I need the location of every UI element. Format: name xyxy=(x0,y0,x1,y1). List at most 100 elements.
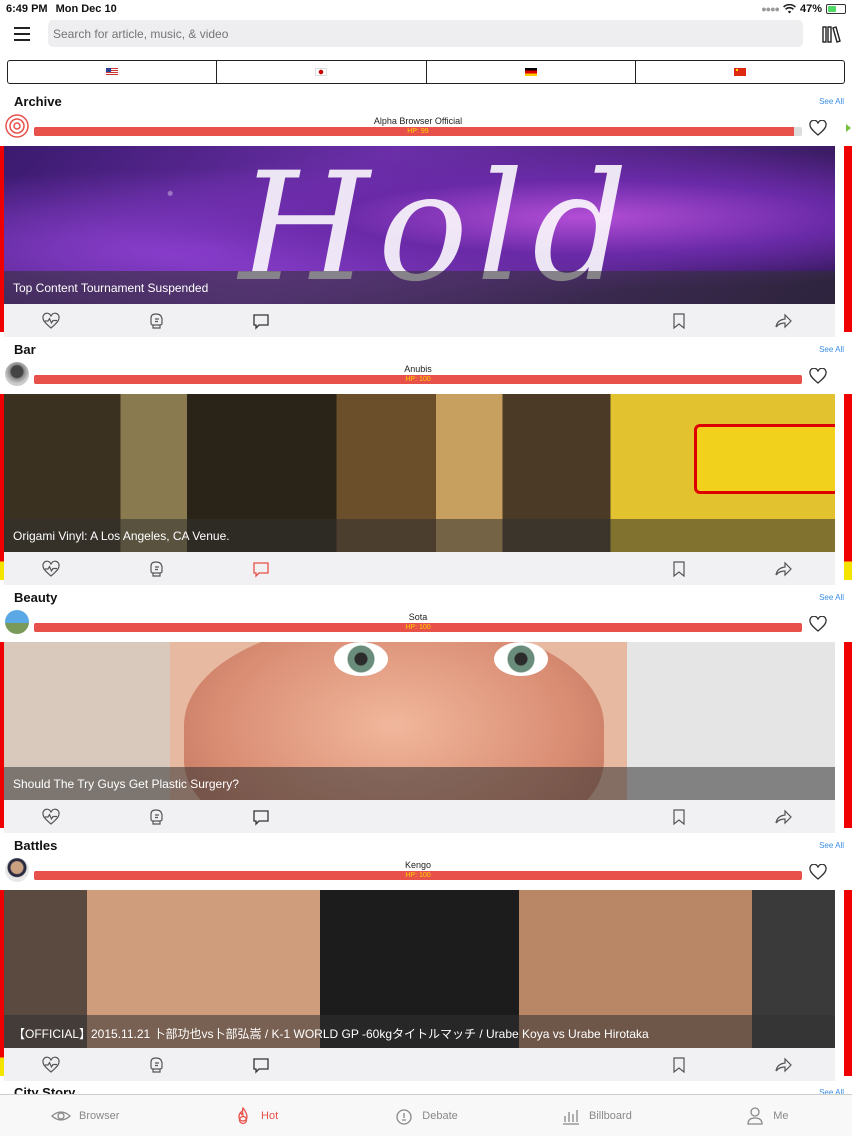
top-nav xyxy=(0,20,852,48)
share-icon[interactable] xyxy=(774,1056,792,1074)
status-indicators: ●●●● 47% xyxy=(761,3,846,15)
comment-icon[interactable] xyxy=(252,560,270,578)
section-title: Beauty xyxy=(14,590,58,605)
tab-label: Me xyxy=(773,1109,789,1122)
card-image[interactable]: 【OFFICIAL】2015.11.21 卜部功也vs卜部弘嵩 / K-1 WO… xyxy=(4,890,835,1048)
eye-graphic xyxy=(334,642,388,676)
author-name: Anubis xyxy=(404,364,432,374)
venue-sign-graphic xyxy=(694,424,835,494)
next-card-peek-icon xyxy=(846,124,851,132)
tab-browser[interactable]: Browser xyxy=(0,1095,170,1136)
status-time: 6:49 PM xyxy=(6,3,48,15)
status-date: Mon Dec 10 xyxy=(55,3,117,15)
bookmark-icon[interactable] xyxy=(670,808,688,826)
hamburger-menu-icon[interactable] xyxy=(14,27,30,41)
bookmark-icon[interactable] xyxy=(670,312,688,330)
card-image[interactable]: Origami Vinyl: A Los Angeles, CA Venue. xyxy=(4,394,835,552)
hp-label: HP: 100 xyxy=(405,872,431,879)
avatar[interactable] xyxy=(5,114,29,138)
action-row xyxy=(4,552,835,585)
eye-graphic xyxy=(494,642,548,676)
see-all-link[interactable]: See All xyxy=(819,593,844,602)
heartbeat-icon[interactable] xyxy=(42,1056,60,1074)
tab-region-china[interactable] xyxy=(636,61,844,83)
tab-region-germany[interactable] xyxy=(427,61,636,83)
section-bar: Bar See All Anubis HP: 100 Origami Vinyl… xyxy=(0,342,852,590)
status-bar: 6:49 PM Mon Dec 10 ●●●● 47% xyxy=(0,0,852,18)
comment-icon[interactable] xyxy=(252,1056,270,1074)
tab-label: Browser xyxy=(79,1109,120,1122)
see-all-link[interactable]: See All xyxy=(819,841,844,850)
see-all-link[interactable]: See All xyxy=(819,345,844,354)
card-edge-right xyxy=(844,890,852,1076)
bookmark-icon[interactable] xyxy=(670,1056,688,1074)
bar-chart-icon xyxy=(563,1109,580,1125)
share-icon[interactable] xyxy=(774,808,792,826)
tab-debate[interactable]: Debate xyxy=(341,1095,511,1136)
action-row xyxy=(4,800,835,833)
tab-region-japan[interactable] xyxy=(217,61,427,83)
section-battles: Battles See All Kengo HP: 100 【OFFICIAL】… xyxy=(0,838,852,1086)
signal-icon: ●●●● xyxy=(761,4,780,14)
alpha-logo-icon xyxy=(5,114,29,138)
china-flag-icon xyxy=(733,68,746,76)
boxing-glove-icon[interactable] xyxy=(147,808,165,826)
eye-icon xyxy=(51,1110,72,1121)
comment-icon[interactable] xyxy=(252,312,270,330)
hp-bar: HP: 100 xyxy=(34,375,802,384)
tab-label: Billboard xyxy=(589,1109,632,1122)
region-tabs xyxy=(7,60,845,84)
tab-me[interactable]: Me xyxy=(682,1095,852,1136)
battery-icon xyxy=(826,4,846,14)
avatar[interactable] xyxy=(5,610,29,634)
tab-hot[interactable]: Hot xyxy=(170,1095,340,1136)
hp-label: HP: 100 xyxy=(405,624,431,631)
heart-icon[interactable] xyxy=(809,616,827,632)
action-row xyxy=(4,1048,835,1081)
boxing-glove-icon[interactable] xyxy=(147,312,165,330)
heart-icon[interactable] xyxy=(809,120,827,136)
heartbeat-icon[interactable] xyxy=(42,560,60,578)
avatar[interactable] xyxy=(5,858,29,882)
card-caption[interactable]: Should The Try Guys Get Plastic Surgery? xyxy=(4,767,835,800)
heartbeat-icon[interactable] xyxy=(42,808,60,826)
tab-region-us[interactable] xyxy=(8,61,218,83)
hp-bar: HP: 99 xyxy=(34,127,802,136)
heartbeat-icon[interactable] xyxy=(42,312,60,330)
us-flag-icon xyxy=(106,68,119,76)
card-caption[interactable]: 【OFFICIAL】2015.11.21 卜部功也vs卜部弘嵩 / K-1 WO… xyxy=(4,1015,835,1048)
card-image[interactable]: Hold Top Content Tournament Suspended xyxy=(4,146,835,304)
search-input[interactable] xyxy=(48,20,803,47)
author-name: Alpha Browser Official xyxy=(373,116,463,126)
card-caption[interactable]: Top Content Tournament Suspended xyxy=(4,271,835,304)
avatar[interactable] xyxy=(5,362,29,386)
japan-flag-icon xyxy=(315,68,328,76)
library-icon[interactable] xyxy=(822,25,842,43)
author-name: Sota xyxy=(408,612,428,622)
boxing-glove-icon[interactable] xyxy=(147,560,165,578)
card-image[interactable]: Should The Try Guys Get Plastic Surgery? xyxy=(4,642,835,800)
bottom-tab-bar: Browser Hot Debate Billboard Me xyxy=(0,1094,852,1136)
share-icon[interactable] xyxy=(774,312,792,330)
card-edge-right xyxy=(844,146,852,332)
section-beauty: Beauty See All Sota HP: 100 Should The T… xyxy=(0,590,852,838)
section-title: Battles xyxy=(14,838,58,853)
hp-label: HP: 99 xyxy=(407,128,429,135)
heart-icon[interactable] xyxy=(809,368,827,384)
heart-icon[interactable] xyxy=(809,864,827,880)
boxing-glove-icon[interactable] xyxy=(147,1056,165,1074)
card-edge-right xyxy=(844,642,852,828)
card-caption[interactable]: Origami Vinyl: A Los Angeles, CA Venue. xyxy=(4,519,835,552)
debate-icon xyxy=(396,1108,412,1125)
tab-billboard[interactable]: Billboard xyxy=(511,1095,681,1136)
wifi-icon xyxy=(783,4,796,14)
section-title: Archive xyxy=(14,94,62,109)
battery-percent: 47% xyxy=(799,3,822,15)
hp-bar: HP: 100 xyxy=(34,623,802,632)
share-icon[interactable] xyxy=(774,560,792,578)
action-row xyxy=(4,304,835,337)
bookmark-icon[interactable] xyxy=(670,560,688,578)
comment-icon[interactable] xyxy=(252,808,270,826)
hp-bar: HP: 100 xyxy=(34,871,802,880)
see-all-link[interactable]: See All xyxy=(819,97,844,106)
